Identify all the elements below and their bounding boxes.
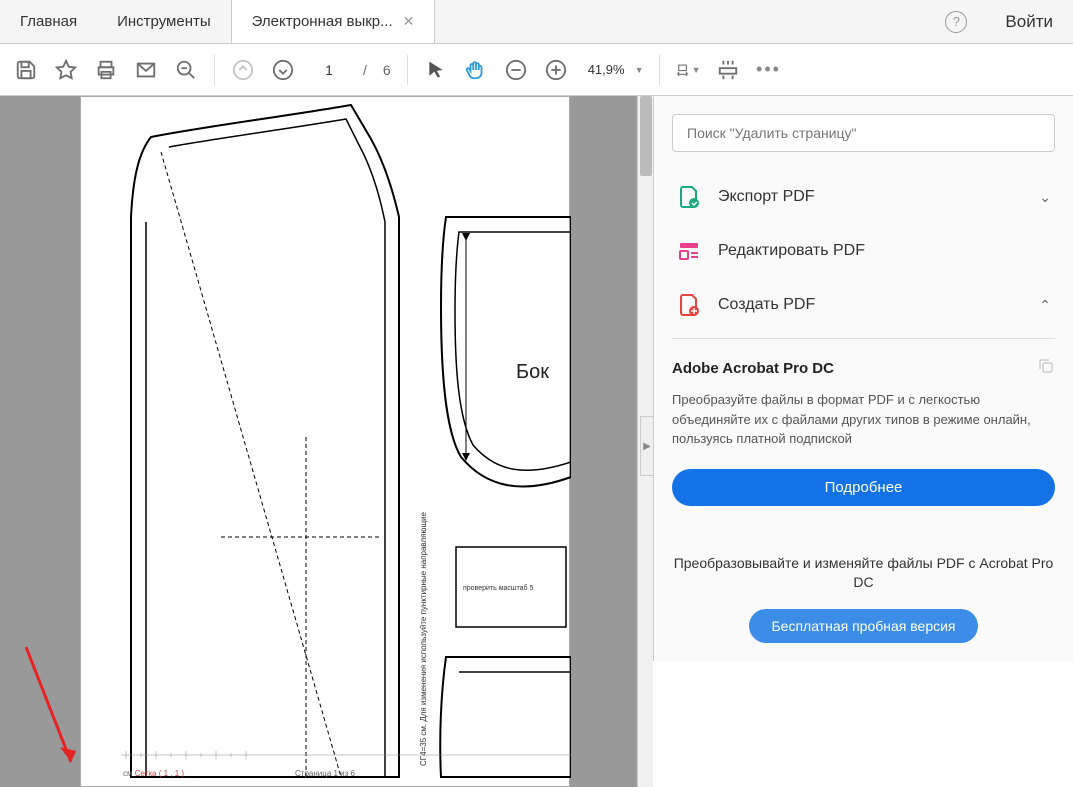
close-icon[interactable]: ✕ — [403, 13, 415, 30]
vertical-note: СГ4=35 см. Для изменения используйте пун… — [419, 512, 428, 766]
tool-export-pdf[interactable]: Экспорт PDF ⌄ — [672, 170, 1055, 224]
page-up-icon[interactable] — [231, 58, 255, 82]
export-pdf-icon — [676, 184, 702, 210]
create-pdf-icon — [676, 292, 702, 318]
page-footer: Страница 1 из 6 — [81, 769, 569, 778]
tab-tools[interactable]: Инструменты — [97, 0, 231, 43]
save-icon[interactable] — [14, 58, 38, 82]
tool-label: Экспорт PDF — [718, 188, 1039, 206]
find-icon[interactable] — [174, 58, 198, 82]
pdf-page: Бок СГ4=35 см. Для изменения используйте… — [80, 96, 570, 787]
chevron-down-icon: ⌄ — [1039, 189, 1051, 206]
document-viewer[interactable]: Бок СГ4=35 см. Для изменения используйте… — [0, 96, 653, 787]
tab-file[interactable]: Электронная выкр... ✕ — [231, 0, 436, 43]
free-trial-button[interactable]: Бесплатная пробная версия — [749, 609, 977, 643]
learn-more-button[interactable]: Подробнее — [672, 469, 1055, 506]
zoom-dropdown[interactable]: 41,9% ▼ — [584, 62, 644, 77]
zoom-level: 41,9% — [584, 62, 629, 77]
star-icon[interactable] — [54, 58, 78, 82]
page-number-input[interactable] — [311, 62, 347, 78]
tab-file-label: Электронная выкр... — [252, 13, 393, 30]
zoom-in-icon[interactable] — [544, 58, 568, 82]
mail-icon[interactable] — [134, 58, 158, 82]
promo-subtitle: Преобразовывайте и изменяйте файлы PDF с… — [672, 554, 1055, 593]
print-icon[interactable] — [94, 58, 118, 82]
tool-label: Создать PDF — [718, 296, 1039, 314]
chevron-down-icon: ▼ — [692, 65, 701, 75]
stack-icon[interactable] — [1037, 357, 1055, 380]
edit-pdf-icon — [676, 238, 702, 264]
promo-text: Преобразуйте файлы в формат PDF и с легк… — [672, 390, 1055, 449]
zoom-out-icon[interactable] — [504, 58, 528, 82]
tools-side-panel: Экспорт PDF ⌄ Редактировать PDF Создать … — [653, 96, 1073, 661]
page-display-icon[interactable] — [716, 58, 740, 82]
tab-home[interactable]: Главная — [0, 0, 97, 43]
page-separator: / — [363, 62, 367, 78]
scale-check-text: проверить масштаб 5 — [463, 585, 533, 592]
collapse-panel-button[interactable]: ▶ — [640, 416, 653, 476]
tool-edit-pdf[interactable]: Редактировать PDF — [672, 224, 1055, 278]
pattern-label: Бок — [516, 361, 549, 384]
page-total: 6 — [383, 62, 391, 78]
more-icon[interactable]: ••• — [756, 58, 780, 82]
search-input[interactable] — [672, 114, 1055, 152]
hand-icon[interactable] — [464, 58, 488, 82]
help-icon[interactable]: ? — [945, 11, 967, 33]
toolbar: / 6 41,9% ▼ ▼ ••• — [0, 44, 1073, 96]
top-tab-bar: Главная Инструменты Электронная выкр... … — [0, 0, 1073, 44]
signin-button[interactable]: Войти — [985, 12, 1073, 32]
tool-create-pdf[interactable]: Создать PDF ⌃ — [672, 278, 1055, 332]
chevron-up-icon: ⌃ — [1039, 297, 1051, 314]
page-down-icon[interactable] — [271, 58, 295, 82]
chevron-down-icon: ▼ — [635, 65, 644, 75]
pointer-icon[interactable] — [424, 58, 448, 82]
scrollbar-thumb[interactable] — [640, 96, 652, 176]
tool-label: Редактировать PDF — [718, 242, 1051, 260]
annotation-arrow-icon — [16, 637, 106, 777]
fit-width-icon[interactable]: ▼ — [676, 58, 700, 82]
promo-title: Adobe Acrobat Pro DC — [672, 357, 1055, 380]
